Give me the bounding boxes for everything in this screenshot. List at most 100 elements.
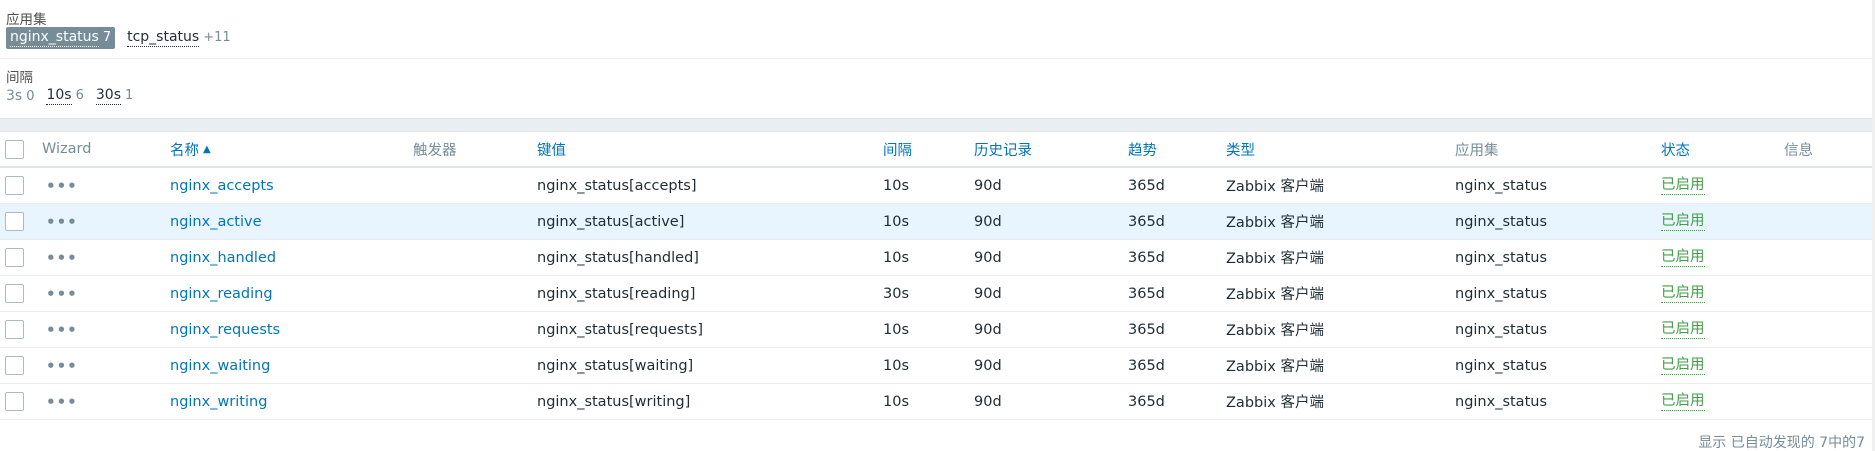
app-tag-count: 7 [102, 30, 112, 45]
item-status-toggle[interactable]: 已启用 [1661, 285, 1705, 303]
item-key: nginx_status[accepts] [537, 177, 697, 194]
header-trend[interactable]: 趋势 [1128, 132, 1157, 166]
interval-tag-label: 30s [95, 87, 121, 105]
item-interval-cell: 10s [883, 168, 909, 203]
filter-panel: 应用集 nginx_status 7 tcp_status +11 间隔 3s … [0, 0, 1875, 118]
row-checkbox-cell [5, 168, 24, 203]
app-set-filter-tags: nginx_status 7 tcp_status +11 [6, 27, 243, 49]
interval-tag-label: 10s [46, 87, 72, 105]
item-status-toggle[interactable]: 已启用 [1661, 393, 1705, 411]
table-row: ••• nginx_requests nginx_status[requests] 1… [0, 312, 1875, 348]
item-app-set: nginx_status [1455, 213, 1547, 230]
interval-tag-30s[interactable]: 30s 1 [95, 87, 133, 105]
item-history: 90d [974, 177, 1002, 194]
item-key: nginx_status[reading] [537, 285, 696, 302]
item-name-link[interactable]: nginx_reading [170, 286, 273, 302]
item-app-set: nginx_status [1455, 285, 1547, 302]
item-interval: 10s [883, 393, 910, 410]
row-checkbox[interactable] [5, 356, 24, 375]
item-status-toggle[interactable]: 已启用 [1661, 357, 1705, 375]
table-row: ••• nginx_reading nginx_status[reading] 30s… [0, 276, 1875, 312]
item-app-set-cell: nginx_status [1455, 204, 1547, 239]
row-checkbox[interactable] [5, 176, 24, 195]
item-key: nginx_status[writing] [537, 393, 691, 410]
item-trend-cell: 365d [1128, 384, 1165, 419]
item-interval-cell: 10s [883, 312, 909, 347]
header-key[interactable]: 键值 [537, 132, 566, 166]
item-name-link-cell: nginx_waiting [170, 348, 270, 383]
item-name-link[interactable]: nginx_waiting [170, 358, 270, 374]
item-status-toggle[interactable]: 已启用 [1661, 321, 1705, 339]
item-name-link-cell: nginx_reading [170, 276, 273, 311]
item-type: Zabbix 客户端 [1226, 179, 1324, 195]
row-checkbox[interactable] [5, 248, 24, 267]
select-all-checkbox[interactable] [5, 139, 24, 159]
item-type: Zabbix 客户端 [1226, 323, 1324, 339]
interval-tag-count: 0 [26, 88, 35, 104]
header-type[interactable]: 类型 [1226, 132, 1255, 166]
item-history: 90d [974, 285, 1002, 302]
item-type: Zabbix 客户端 [1226, 359, 1324, 375]
app-tag-tcp-status[interactable]: tcp_status +11 [127, 29, 231, 47]
app-tag-nginx-status[interactable]: nginx_status 7 [6, 27, 116, 49]
header-name[interactable]: 名称 ▲ [170, 132, 211, 166]
interval-filter-tags: 3s 0 10s 6 30s 1 [6, 87, 145, 105]
item-name-link-cell: nginx_handled [170, 240, 276, 275]
table-row: ••• nginx_handled nginx_status[handled] 10s… [0, 240, 1875, 276]
header-history[interactable]: 历史记录 [974, 132, 1032, 166]
interval-tag-3s: 3s 0 [6, 88, 34, 105]
item-status-toggle[interactable]: 已启用 [1661, 249, 1705, 267]
item-app-set-cell: nginx_status [1455, 348, 1547, 383]
item-name-link[interactable]: nginx_writing [170, 394, 267, 410]
item-interval-cell: 10s [883, 204, 909, 239]
item-type: Zabbix 客户端 [1226, 395, 1324, 411]
row-menu-icon[interactable]: ••• [46, 240, 78, 275]
table-row: ••• nginx_waiting nginx_status[waiting] 10s… [0, 348, 1875, 384]
item-key: nginx_status[handled] [537, 249, 699, 266]
item-name-link[interactable]: nginx_requests [170, 322, 280, 338]
row-checkbox[interactable] [5, 392, 24, 411]
item-history-cell: 90d [974, 168, 1002, 203]
item-interval: 10s [883, 213, 910, 230]
item-app-set-cell: nginx_status [1455, 312, 1547, 347]
item-app-set: nginx_status [1455, 249, 1547, 266]
row-menu-icon[interactable]: ••• [46, 168, 78, 203]
item-key-cell: nginx_status[requests] [537, 312, 703, 347]
row-menu-icon[interactable]: ••• [46, 312, 78, 347]
interval-tag-10s[interactable]: 10s 6 [46, 87, 84, 105]
table-row: ••• nginx_active nginx_status[active] 10s 90… [0, 204, 1875, 240]
item-type-cell: Zabbix 客户端 [1226, 348, 1324, 383]
item-interval: 10s [883, 249, 910, 266]
header-status[interactable]: 状态 [1661, 132, 1690, 166]
item-key: nginx_status[active] [537, 213, 685, 230]
item-interval: 10s [883, 321, 910, 338]
app-tag-label: tcp_status [127, 29, 200, 47]
item-trend-cell: 365d [1128, 204, 1165, 239]
row-menu-icon[interactable]: ••• [46, 204, 78, 239]
item-interval: 30s [883, 285, 910, 302]
item-trend-cell: 365d [1128, 240, 1165, 275]
item-status-toggle[interactable]: 已启用 [1661, 213, 1705, 231]
item-type-cell: Zabbix 客户端 [1226, 168, 1324, 203]
item-key-cell: nginx_status[handled] [537, 240, 699, 275]
item-app-set: nginx_status [1455, 177, 1547, 194]
item-interval: 10s [883, 177, 910, 194]
app-tag-label: nginx_status [10, 29, 99, 47]
row-menu-icon[interactable]: ••• [46, 276, 78, 311]
item-status-toggle[interactable]: 已启用 [1661, 177, 1705, 195]
item-name-link[interactable]: nginx_handled [170, 250, 276, 266]
item-name-link[interactable]: nginx_accepts [170, 178, 274, 194]
row-checkbox[interactable] [5, 212, 24, 231]
item-app-set-cell: nginx_status [1455, 276, 1547, 311]
item-status-cell: 已启用 [1661, 348, 1705, 383]
item-app-set-cell: nginx_status [1455, 240, 1547, 275]
header-interval[interactable]: 间隔 [883, 132, 912, 166]
row-checkbox[interactable] [5, 320, 24, 339]
row-checkbox[interactable] [5, 284, 24, 303]
item-type: Zabbix 客户端 [1226, 287, 1324, 303]
row-menu-icon[interactable]: ••• [46, 384, 78, 419]
item-name-link[interactable]: nginx_active [170, 214, 262, 230]
row-menu-icon[interactable]: ••• [46, 348, 78, 383]
item-name-link-cell: nginx_active [170, 204, 262, 239]
item-app-set-cell: nginx_status [1455, 168, 1547, 203]
